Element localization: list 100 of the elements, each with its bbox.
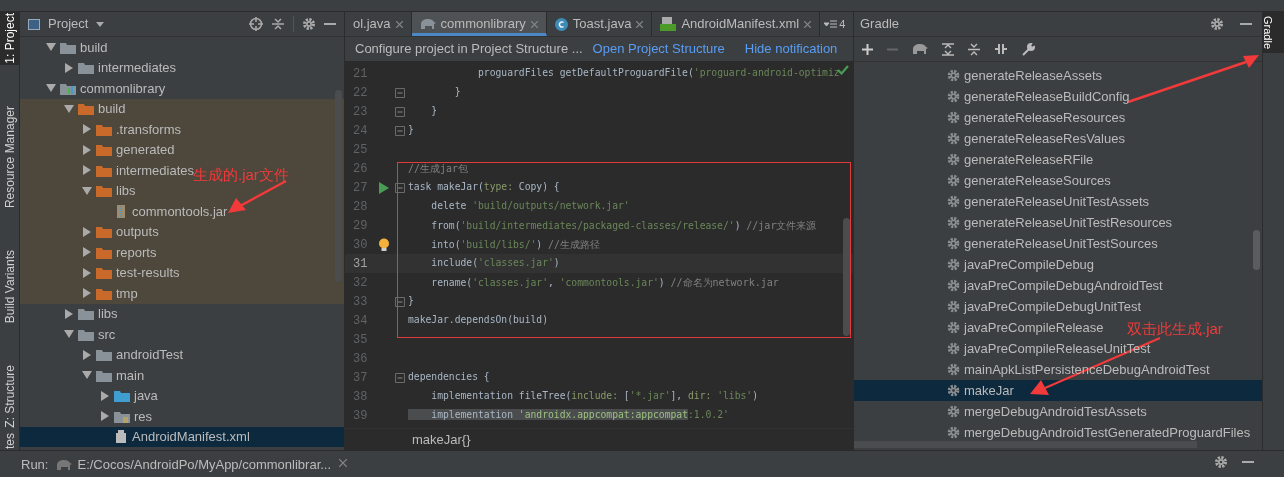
scrollbar[interactable] xyxy=(843,218,850,336)
tree-item[interactable]: tmp xyxy=(116,283,138,303)
task-item[interactable]: javaPreCompileDebugAndroidTest xyxy=(964,275,1163,296)
tree-item[interactable]: generated xyxy=(116,140,175,160)
fold-icon[interactable] xyxy=(395,296,405,307)
task-item[interactable]: generateReleaseUnitTestSources xyxy=(964,233,1158,254)
collapse-all-icon[interactable] xyxy=(271,17,285,31)
gear-icon xyxy=(947,384,960,397)
editor-tab[interactable]: Toast.java xyxy=(546,12,653,36)
task-item[interactable]: javaPreCompileDebug xyxy=(964,254,1095,275)
collapsed-arrow-icon[interactable] xyxy=(82,349,92,360)
collapsed-arrow-icon[interactable] xyxy=(82,144,92,155)
editor-tab[interactable]: AndroidManifest.xml xyxy=(652,12,821,36)
file-icon xyxy=(660,17,677,31)
tree-item[interactable]: libs xyxy=(98,304,118,324)
collapse-all-icon[interactable] xyxy=(968,42,980,56)
panel-title[interactable]: Project xyxy=(48,14,89,34)
task-item[interactable]: generateReleaseUnitTestResources xyxy=(964,212,1173,233)
collapsed-arrow-icon[interactable] xyxy=(64,308,74,319)
tree-item[interactable]: build xyxy=(98,99,126,119)
tree-item[interactable]: res xyxy=(134,406,153,426)
collapsed-arrow-icon[interactable] xyxy=(100,411,110,422)
expanded-arrow-icon[interactable] xyxy=(64,103,74,114)
close-icon[interactable] xyxy=(339,459,348,467)
editor-tab[interactable]: commonlibrary xyxy=(411,12,547,36)
expanded-arrow-icon[interactable] xyxy=(82,185,92,196)
tree-item[interactable]: outputs xyxy=(116,222,159,242)
run-icon[interactable] xyxy=(379,181,389,194)
collapsed-arrow-icon[interactable] xyxy=(82,247,92,258)
collapsed-arrow-icon[interactable] xyxy=(82,267,92,278)
notification-text: Configure project in Project Structure ... xyxy=(355,40,583,59)
tree-item[interactable]: build xyxy=(80,37,108,57)
collapsed-arrow-icon[interactable] xyxy=(82,165,92,176)
task-item[interactable]: generateReleaseUnitTestAssets xyxy=(964,191,1149,212)
locate-icon[interactable] xyxy=(249,17,263,31)
tool-window-tab[interactable]: Gradle xyxy=(1263,12,1284,54)
task-item[interactable]: generateReleaseRFile xyxy=(964,149,1094,170)
tree-item[interactable]: libs xyxy=(116,181,136,201)
tool-window-tab[interactable]: Build Variants xyxy=(0,248,23,324)
collapsed-arrow-icon[interactable] xyxy=(82,288,92,299)
open-project-structure-link[interactable]: Open Project Structure xyxy=(592,39,725,59)
tree-item[interactable]: intermediates xyxy=(98,58,177,78)
fold-icon[interactable] xyxy=(395,125,405,136)
fold-icon[interactable] xyxy=(395,106,405,117)
hide-notification-link[interactable]: Hide notification xyxy=(744,39,838,59)
task-item[interactable]: javaPreCompileDebugUnitTest xyxy=(964,296,1142,317)
settings-icon[interactable] xyxy=(302,17,316,31)
tree-item[interactable]: reports xyxy=(116,242,157,262)
tree-item[interactable]: main xyxy=(116,365,145,385)
tree-item[interactable]: .transforms xyxy=(116,119,181,139)
collapsed-arrow-icon[interactable] xyxy=(64,62,74,73)
collapsed-arrow-icon[interactable] xyxy=(100,390,110,401)
scrollbar[interactable] xyxy=(854,441,1197,448)
fold-icon[interactable] xyxy=(395,182,405,193)
task-item[interactable]: makeJar xyxy=(964,380,1014,401)
lightbulb-icon xyxy=(378,238,390,251)
breadcrumb[interactable]: makeJar{} xyxy=(412,429,471,450)
expanded-arrow-icon[interactable] xyxy=(46,83,56,94)
task-item[interactable]: mergeDebugAndroidTestGeneratedProguardFiles xyxy=(964,422,1251,443)
wrench-icon[interactable] xyxy=(1022,42,1035,56)
folder-icon xyxy=(96,225,112,239)
task-item[interactable]: mergeDebugAndroidTestAssets xyxy=(964,401,1147,422)
collapsed-arrow-icon[interactable] xyxy=(82,226,92,237)
expanded-arrow-icon[interactable] xyxy=(82,370,92,381)
gear-icon xyxy=(947,237,960,250)
scrollbar[interactable] xyxy=(1253,230,1260,270)
tree-item[interactable]: test-results xyxy=(116,263,180,283)
task-item[interactable]: generateReleaseSources xyxy=(964,170,1111,191)
tree-item[interactable]: commonlibrary xyxy=(80,78,166,98)
tool-window-tab[interactable]: Resource Manager xyxy=(0,104,23,209)
editor-tab[interactable]: ol.java xyxy=(345,12,412,36)
tool-window-tab[interactable]: Z: Structure xyxy=(0,363,23,429)
task-item[interactable]: javaPreCompileRelease xyxy=(964,317,1104,338)
run-tab[interactable]: E:/Cocos/AndroidPo/MyApp/commonlibrar... xyxy=(56,455,332,475)
expand-all-icon[interactable] xyxy=(942,42,954,56)
fold-icon[interactable] xyxy=(395,87,405,98)
expanded-arrow-icon[interactable] xyxy=(64,329,74,340)
settings-icon[interactable] xyxy=(1210,17,1224,31)
expanded-arrow-icon[interactable] xyxy=(46,42,56,53)
elephant-icon[interactable] xyxy=(912,43,928,55)
task-item[interactable]: generateReleaseAssets xyxy=(964,65,1103,86)
task-item[interactable]: generateReleaseBuildConfig xyxy=(964,86,1130,107)
dropdown-caret-icon[interactable] xyxy=(96,21,105,27)
gear-icon xyxy=(947,342,960,355)
tree-item[interactable]: java xyxy=(134,386,158,406)
tree-item[interactable]: androidTest xyxy=(116,345,184,365)
task-item[interactable]: generateReleaseResValues xyxy=(964,128,1125,149)
tree-item[interactable]: src xyxy=(98,324,116,344)
collapsed-arrow-icon[interactable] xyxy=(82,124,92,135)
code-line: proguardFiles getDefaultProguardFile('proguard-android-optimiz xyxy=(477,66,840,81)
toggle-icon[interactable] xyxy=(994,43,1008,55)
line-number: 23 xyxy=(352,103,369,121)
tool-window-tab[interactable]: tes xyxy=(0,432,23,450)
annotation-text: 双击此生成.jar xyxy=(1127,319,1223,339)
task-item[interactable]: generateReleaseResources xyxy=(964,107,1126,128)
tab-overflow-button[interactable]: 4 xyxy=(820,12,850,36)
plus-icon[interactable] xyxy=(862,43,873,55)
gear-icon xyxy=(947,216,960,229)
settings-icon[interactable] xyxy=(1214,455,1228,469)
fold-icon[interactable] xyxy=(395,372,405,383)
